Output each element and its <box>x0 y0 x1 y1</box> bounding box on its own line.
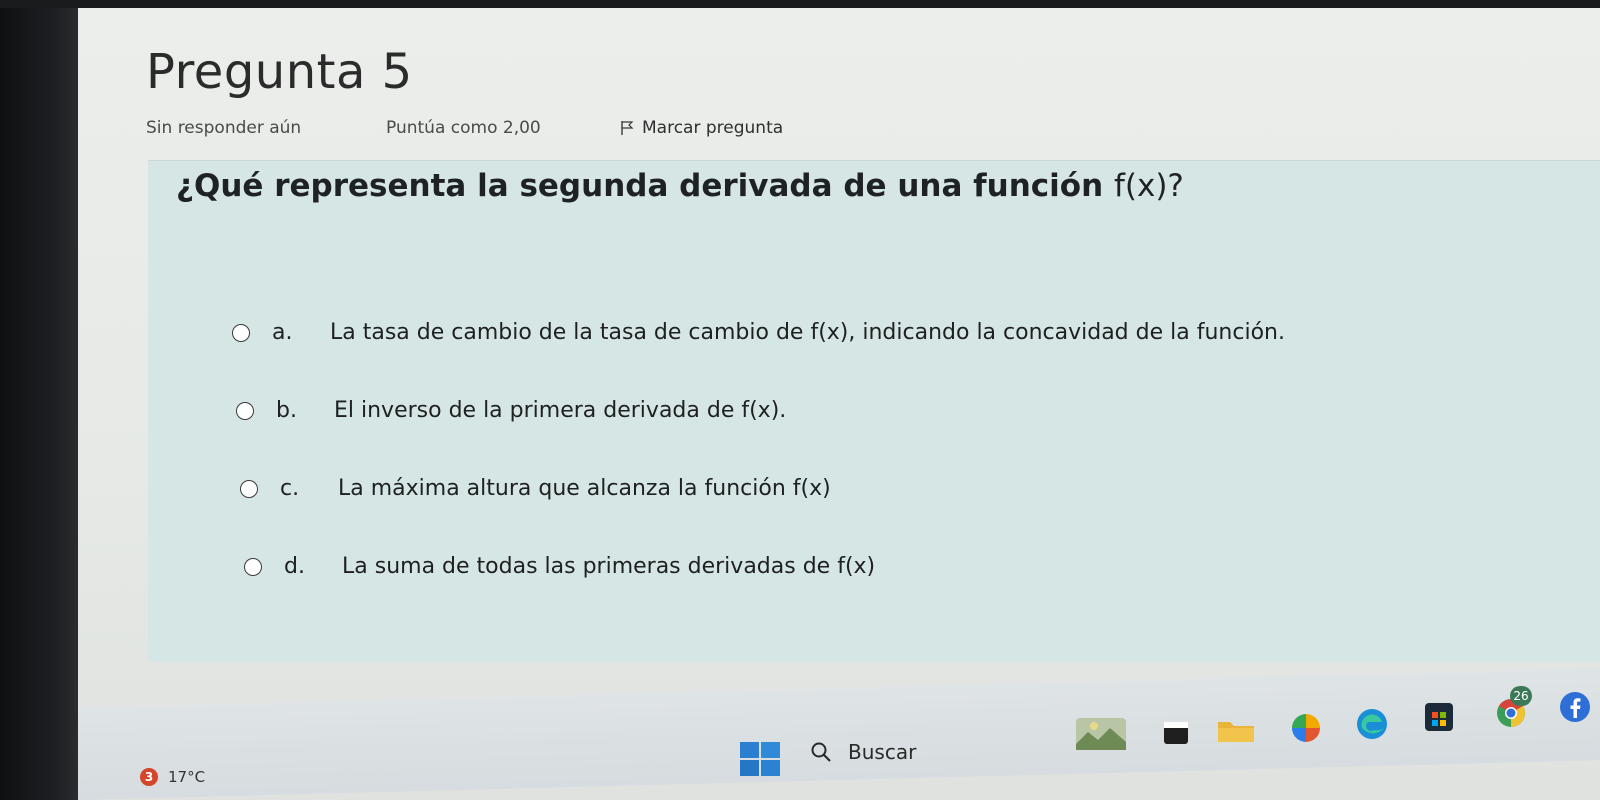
option-a[interactable]: a. La tasa de cambio de la tasa de cambi… <box>232 320 1285 345</box>
option-b[interactable]: b. El inverso de la primera derivada de … <box>236 398 786 423</box>
weather-badge: 3 <box>140 768 158 786</box>
store-icon[interactable] <box>1422 700 1456 734</box>
option-d[interactable]: d. La suma de todas las primeras derivad… <box>244 554 875 579</box>
app-icon[interactable] <box>1162 720 1190 746</box>
monitor-bezel-top <box>0 0 1600 8</box>
option-c-text: La máxima altura que alcanza la función … <box>338 476 831 501</box>
flag-question-link[interactable]: Marcar pregunta <box>620 118 783 138</box>
question-text-main: ¿Qué representa la segunda derivada de u… <box>176 168 1104 204</box>
option-a-radio[interactable] <box>232 323 250 342</box>
landscape-widget-icon[interactable] <box>1074 714 1128 754</box>
weather-widget[interactable]: 3 17°C <box>140 768 205 786</box>
flag-question-label: Marcar pregunta <box>642 118 784 138</box>
weather-temperature: 17°C <box>168 768 206 786</box>
option-b-radio[interactable] <box>236 401 254 420</box>
question-text: ¿Qué representa la segunda derivada de u… <box>176 168 1184 204</box>
question-status: Sin responder aún <box>146 118 302 138</box>
taskbar-pinned-apps: 26 <box>1050 686 1600 760</box>
option-c[interactable]: c. La máxima altura que alcanza la funci… <box>240 476 831 501</box>
monitor-bezel <box>0 0 78 800</box>
flag-icon <box>621 121 634 135</box>
color-wheel-icon[interactable] <box>1290 712 1322 744</box>
option-d-text: La suma de todas las primeras derivadas … <box>342 554 876 579</box>
option-d-letter: d. <box>284 554 305 579</box>
search-label: Buscar <box>848 740 917 764</box>
windows-start-icon[interactable] <box>738 740 782 778</box>
folder-icon[interactable] <box>1216 716 1256 744</box>
option-c-letter: c. <box>280 476 300 501</box>
option-d-radio[interactable] <box>244 557 262 576</box>
option-b-text: El inverso de la primera derivada de f(x… <box>334 398 787 423</box>
option-c-radio[interactable] <box>240 479 258 498</box>
notification-badge: 26 <box>1510 686 1532 706</box>
facebook-icon[interactable] <box>1558 690 1592 724</box>
search-icon <box>811 742 831 762</box>
question-title: Pregunta 5 <box>146 44 413 100</box>
question-score: Puntúa como 2,00 <box>386 118 541 138</box>
edge-browser-icon[interactable] <box>1354 706 1390 742</box>
option-b-letter: b. <box>276 398 297 423</box>
option-a-text: La tasa de cambio de la tasa de cambio d… <box>330 320 1285 345</box>
taskbar-search[interactable]: Buscar <box>810 740 916 764</box>
question-text-fx: f(x)? <box>1113 168 1184 204</box>
option-a-letter: a. <box>272 320 293 345</box>
